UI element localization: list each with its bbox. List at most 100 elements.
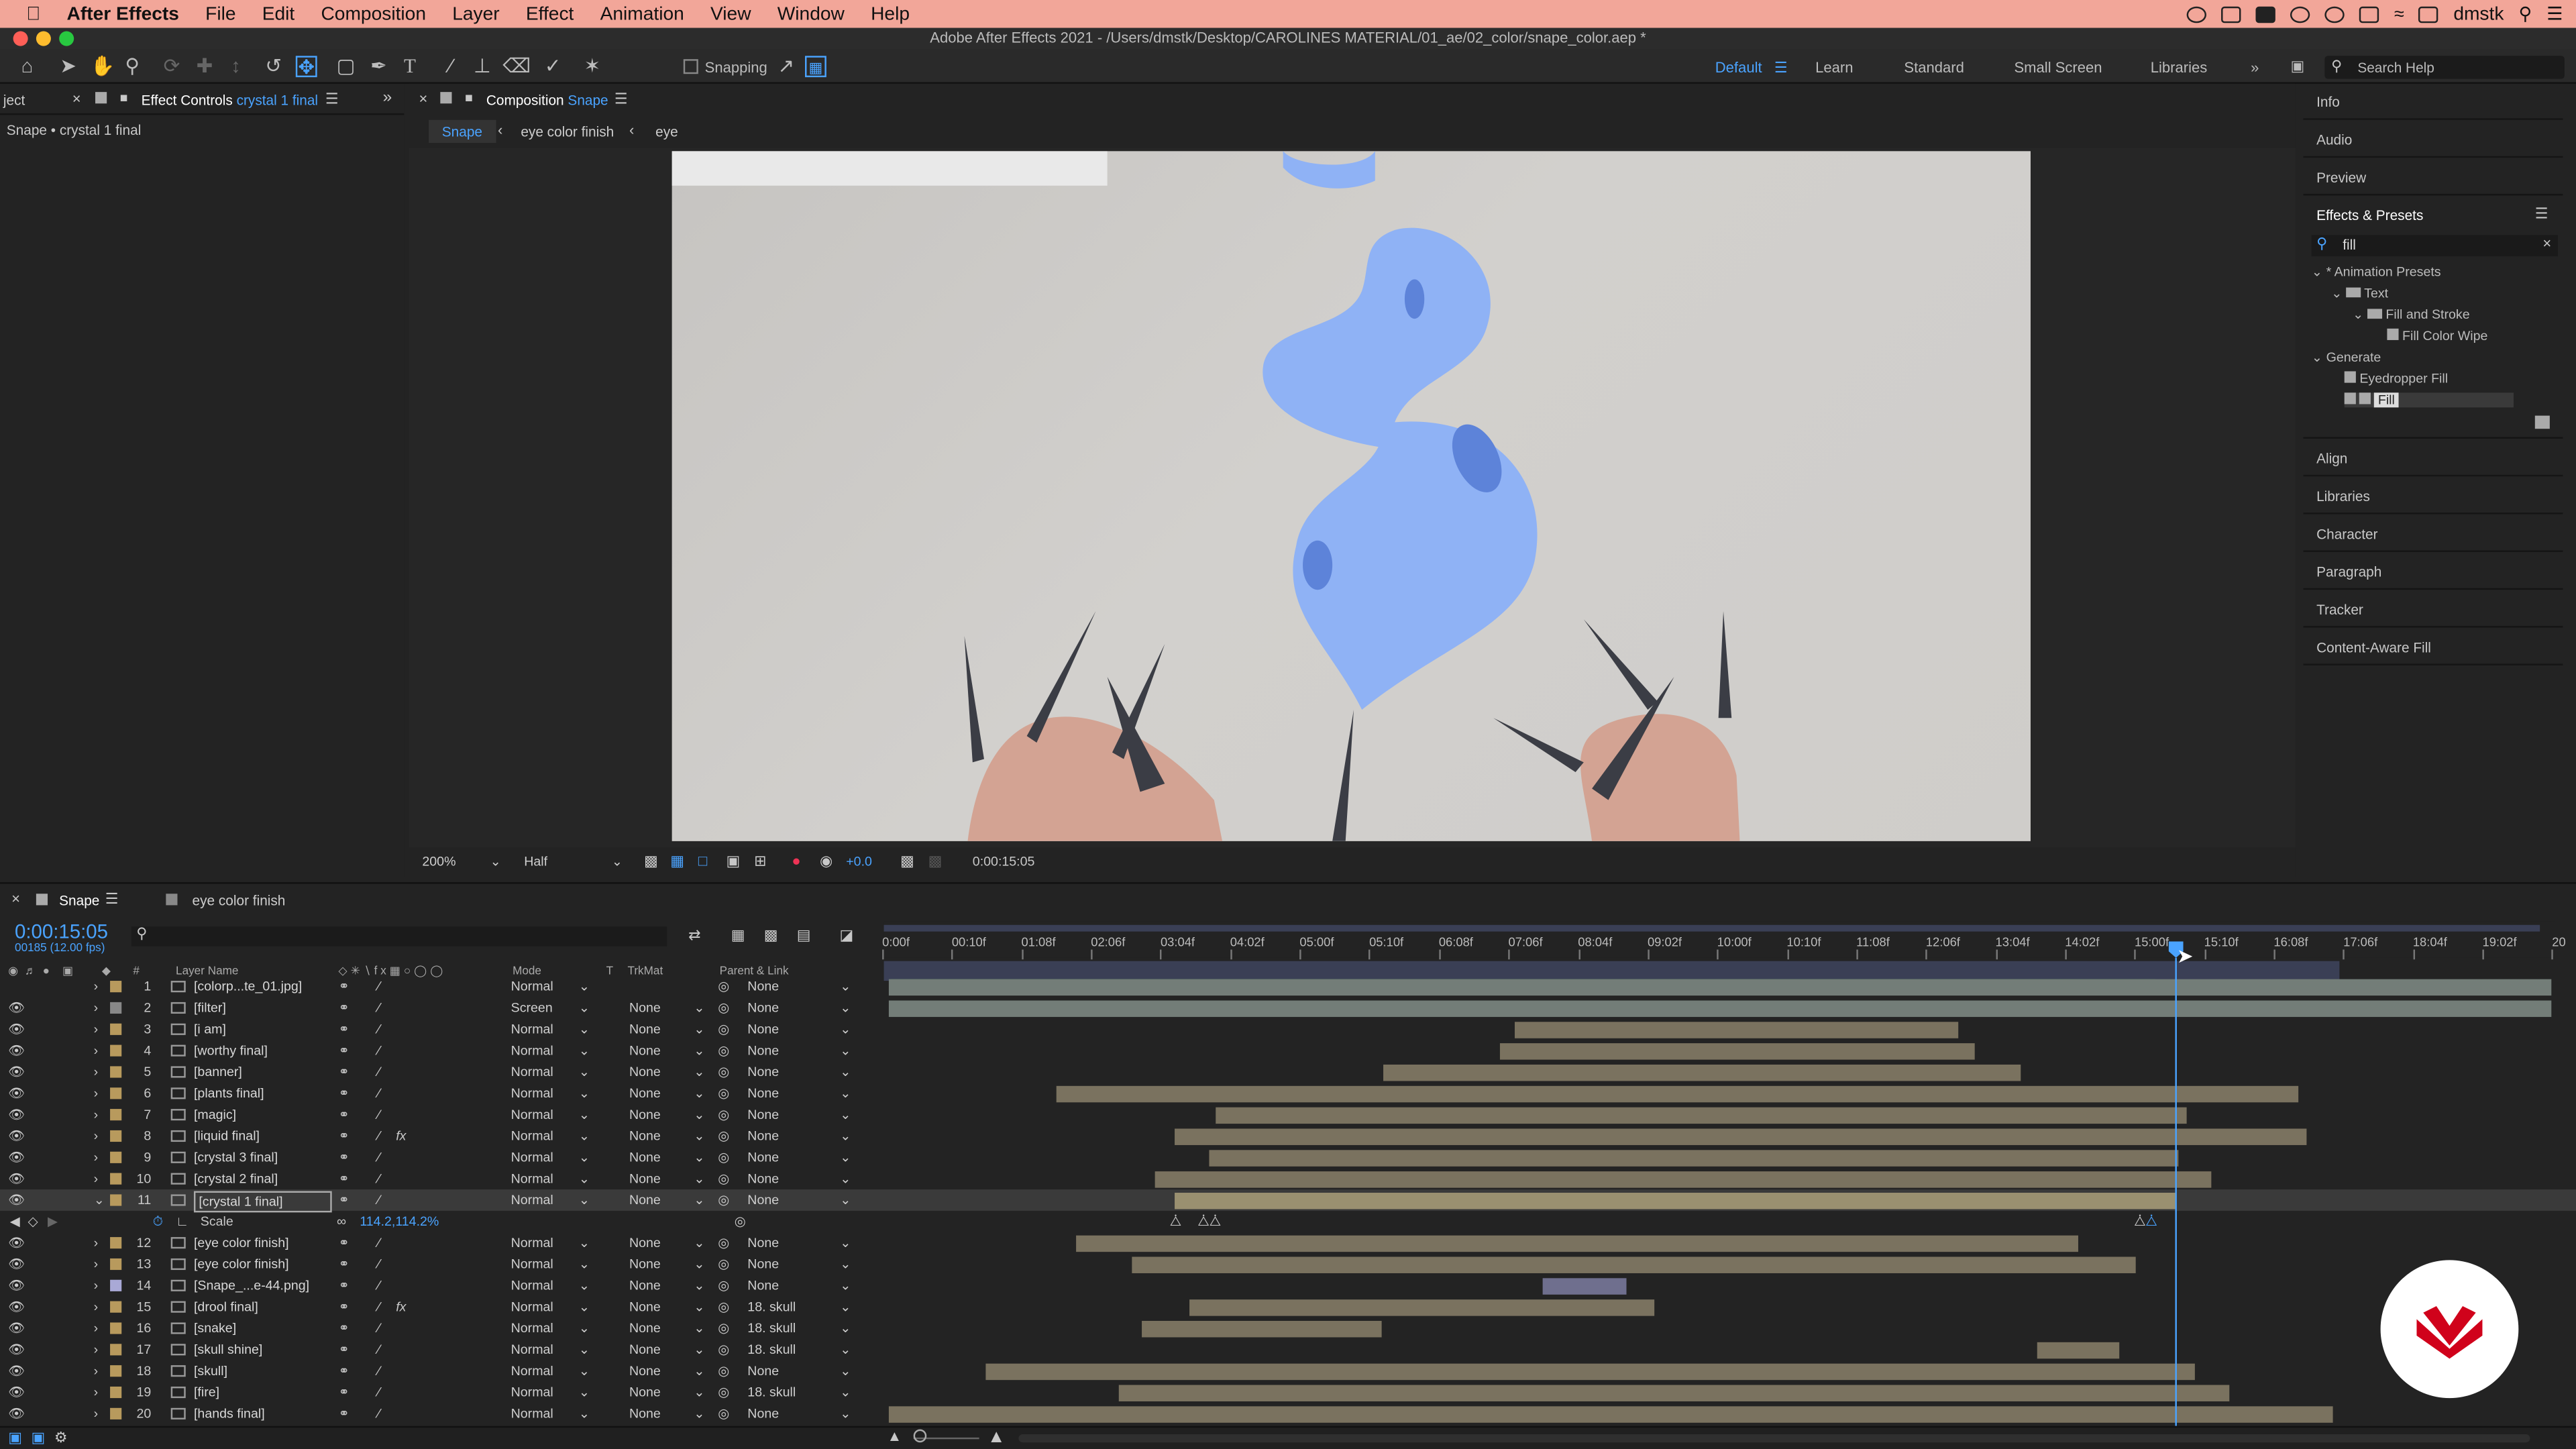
- pen-tool-icon[interactable]: ✒: [368, 55, 390, 77]
- menu-animation[interactable]: Animation: [587, 4, 697, 23]
- blend-mode-dropdown[interactable]: Normal ⌄: [511, 977, 590, 996]
- expand-layer-chevron-icon[interactable]: ›: [94, 1254, 99, 1275]
- quality-switch-icon[interactable]: ∕: [378, 1254, 380, 1275]
- expand-layer-chevron-icon[interactable]: ›: [94, 1275, 99, 1296]
- quality-switch-icon[interactable]: ∕: [378, 1296, 380, 1318]
- user-name[interactable]: dmstk: [2453, 4, 2504, 23]
- parent-pickwhip-icon[interactable]: ◎: [718, 1040, 729, 1061]
- parent-dropdown[interactable]: 18. skull ⌄: [747, 1383, 851, 1401]
- blend-mode-dropdown[interactable]: Normal ⌄: [511, 1148, 590, 1167]
- visibility-eye-icon[interactable]: 👁: [8, 1104, 25, 1126]
- blend-mode-dropdown[interactable]: Normal ⌄: [511, 1234, 590, 1252]
- layer-label-color[interactable]: [110, 1322, 122, 1334]
- paragraph-panel-tab[interactable]: Paragraph: [2316, 564, 2381, 580]
- expand-layer-chevron-icon[interactable]: ›: [94, 1126, 99, 1147]
- parent-pickwhip-icon[interactable]: ◎: [718, 998, 729, 1019]
- wifi-icon[interactable]: ≈: [2394, 4, 2404, 23]
- expand-layer-chevron-icon[interactable]: ›: [94, 1232, 99, 1254]
- track-matte-dropdown[interactable]: None ⌄: [629, 1170, 705, 1188]
- magnification-dropdown[interactable]: 200% ⌄: [422, 853, 504, 871]
- layer-label-color[interactable]: [110, 1279, 122, 1291]
- blend-mode-dropdown[interactable]: Normal ⌄: [511, 1084, 590, 1102]
- quality-switch-icon[interactable]: ∕: [378, 1061, 380, 1083]
- sidecar-icon[interactable]: [2325, 5, 2345, 23]
- layer-label-color[interactable]: [110, 1194, 122, 1206]
- quality-switch-icon[interactable]: ∕: [378, 1275, 380, 1296]
- parent-pickwhip-icon[interactable]: ◎: [718, 1018, 729, 1040]
- rotation-tool-icon[interactable]: ↺: [263, 55, 284, 77]
- blend-mode-dropdown[interactable]: Normal ⌄: [511, 1170, 590, 1188]
- workspace-standard[interactable]: Standard: [1904, 59, 1964, 75]
- resolution-dropdown[interactable]: Half ⌄: [524, 853, 626, 871]
- layer-label-color[interactable]: [110, 1023, 122, 1035]
- blend-mode-dropdown[interactable]: Normal ⌄: [511, 1405, 590, 1423]
- fast-previews-icon[interactable]: ▩: [644, 853, 658, 871]
- track-matte-dropdown[interactable]: None ⌄: [629, 1340, 705, 1358]
- region-of-interest-icon[interactable]: ▣: [726, 853, 740, 871]
- visibility-eye-icon[interactable]: 👁: [8, 1403, 25, 1424]
- shy-switch-icon[interactable]: ⚭: [338, 976, 349, 998]
- close-timeline-tab-icon[interactable]: ×: [11, 890, 20, 906]
- shy-switch-icon[interactable]: ⚭: [338, 1061, 349, 1083]
- layer-label-color[interactable]: [110, 1407, 122, 1419]
- timeline-tab-snape[interactable]: Snape: [59, 892, 99, 908]
- show-snapshot-icon[interactable]: ▩: [928, 853, 943, 871]
- effects-search-field[interactable]: ⚲ fill ×: [2311, 235, 2559, 257]
- track-matte-dropdown[interactable]: None ⌄: [629, 1405, 705, 1423]
- comp-viewer[interactable]: [672, 151, 2031, 841]
- menu-composition[interactable]: Composition: [308, 4, 439, 23]
- shy-switch-icon[interactable]: ⚭: [338, 1232, 349, 1254]
- zoom-window-icon[interactable]: [59, 31, 74, 46]
- layer-row[interactable]: 👁 › 8 [liquid final] ⚭ ∕ fx Normal ⌄ None ⌄ ◎ None ⌄: [0, 1126, 2576, 1147]
- control-center-icon[interactable]: ☰: [2546, 3, 2563, 25]
- zoom-slider-handle[interactable]: [913, 1429, 927, 1443]
- fx-switch-icon[interactable]: fx: [396, 1296, 406, 1318]
- layer-duration-bar[interactable]: [888, 1000, 2552, 1017]
- zoom-out-icon[interactable]: ▲: [887, 1428, 902, 1444]
- timeline-horizontal-scrollbar[interactable]: [1018, 1434, 2530, 1443]
- layer-search-field[interactable]: ⚲: [131, 925, 667, 947]
- property-pickwhip-icon[interactable]: ◎: [735, 1211, 746, 1232]
- visibility-eye-icon[interactable]: 👁: [8, 1296, 25, 1318]
- quality-switch-icon[interactable]: ∕: [378, 1318, 380, 1339]
- constrain-proportions-icon[interactable]: ∞: [337, 1211, 346, 1232]
- color-management-icon[interactable]: ◉: [820, 853, 833, 871]
- menu-file[interactable]: File: [193, 4, 250, 23]
- pan-tool-icon[interactable]: ✚: [194, 55, 215, 77]
- keyframe-icon[interactable]: ⧊⧊: [1197, 1211, 1221, 1232]
- stopwatch-icon[interactable]: ⏱: [153, 1211, 163, 1232]
- shy-layers-icon[interactable]: ▩: [764, 926, 778, 945]
- parent-pickwhip-icon[interactable]: ◎: [718, 1382, 729, 1403]
- parent-pickwhip-icon[interactable]: ◎: [718, 1339, 729, 1360]
- parent-pickwhip-icon[interactable]: ◎: [718, 976, 729, 998]
- layer-name[interactable]: [i am]: [194, 1018, 226, 1040]
- layer-row[interactable]: 👁 › 18 [skull] ⚭ ∕ Normal ⌄ None ⌄ ◎ None ⌄: [0, 1360, 2576, 1382]
- layer-duration-bar[interactable]: [1142, 1320, 1382, 1338]
- track-matte-dropdown[interactable]: None ⌄: [629, 1084, 705, 1102]
- snap-options-icon[interactable]: ↗: [775, 55, 797, 77]
- shy-switch-icon[interactable]: ⚭: [338, 1254, 349, 1275]
- layer-name[interactable]: [hands final]: [194, 1403, 265, 1424]
- layer-label-color[interactable]: [110, 1173, 122, 1185]
- layer-duration-bar[interactable]: [1175, 1192, 2176, 1210]
- layer-row[interactable]: 👁 › 16 [snake] ⚭ ∕ Normal ⌄ None ⌄ ◎ 18. skull ⌄: [0, 1318, 2576, 1339]
- rectangle-tool-icon[interactable]: ▢: [335, 55, 357, 77]
- expand-layer-chevron-icon[interactable]: ›: [94, 1382, 99, 1403]
- tree-fill-effect[interactable]: Fill: [2344, 392, 2514, 408]
- parent-dropdown[interactable]: None ⌄: [747, 1084, 851, 1102]
- layer-label-color[interactable]: [110, 1344, 122, 1356]
- parent-dropdown[interactable]: None ⌄: [747, 1127, 851, 1145]
- tree-animation-presets[interactable]: ⌄ * Animation Presets: [2312, 264, 2441, 279]
- effects-panel-menu-icon[interactable]: ☰: [2535, 205, 2548, 223]
- add-keyframe-icon[interactable]: ◇: [28, 1211, 38, 1232]
- parent-dropdown[interactable]: None ⌄: [747, 1405, 851, 1423]
- shy-switch-icon[interactable]: ⚭: [338, 1360, 349, 1382]
- track-matte-dropdown[interactable]: None ⌄: [629, 1042, 705, 1060]
- audio-panel-tab[interactable]: Audio: [2316, 131, 2352, 148]
- expand-layer-chevron-icon[interactable]: ⌄: [94, 1189, 105, 1211]
- expand-in-out-icon[interactable]: ⚙: [54, 1430, 68, 1448]
- apple-menu-icon[interactable]: : [0, 4, 54, 23]
- layer-name[interactable]: [snake]: [194, 1318, 236, 1339]
- hand-tool-icon[interactable]: ✋: [91, 55, 115, 77]
- layer-row[interactable]: 👁 › 15 [drool final] ⚭ ∕ fx Normal ⌄ None ⌄ ◎ 18. sk…: [0, 1296, 2576, 1318]
